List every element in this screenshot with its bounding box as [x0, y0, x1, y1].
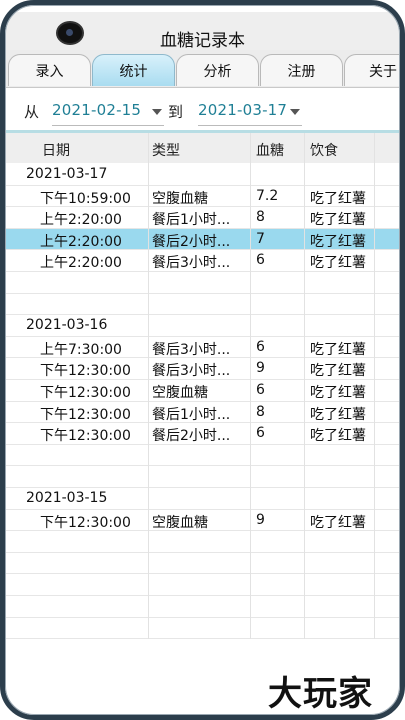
table-row[interactable]: 下午12:30:00 餐后2小时... 6 吃了红薯 — [6, 423, 399, 445]
entry-type: 餐后3小时... — [152, 341, 231, 358]
chevron-down-icon — [290, 109, 300, 115]
entry-glucose: 6 — [256, 338, 265, 355]
column-divider — [148, 133, 149, 640]
entry-glucose: 8 — [256, 403, 265, 420]
entry-type: 空腹血糖 — [152, 190, 208, 207]
column-header-diet[interactable]: 饮食 — [310, 140, 338, 160]
watermark-text: 大玩家 — [268, 674, 373, 714]
entry-time: 下午12:30:00 — [40, 428, 131, 445]
entry-type: 餐后3小时... — [152, 363, 231, 380]
column-divider — [250, 133, 251, 640]
to-date-value: 2021-03-17 — [198, 101, 288, 119]
tab-about[interactable]: 关于 — [344, 54, 399, 86]
empty-row — [6, 294, 399, 316]
chevron-down-icon — [152, 109, 162, 115]
empty-row — [6, 574, 399, 596]
group-date: 2021-03-15 — [26, 490, 108, 506]
entry-diet: 吃了红薯 — [310, 385, 366, 401]
date-group-row[interactable]: 2021-03-16 — [6, 315, 399, 337]
date-range-bar: 从 2021-02-15 到 2021-03-17 — [6, 90, 399, 134]
tab-statistics[interactable]: 统计 — [92, 54, 175, 86]
entry-time: 下午10:59:00 — [40, 190, 131, 207]
entry-diet: 吃了红薯 — [310, 233, 366, 250]
tab-analysis[interactable]: 分析 — [176, 54, 259, 86]
entry-time: 下午12:30:00 — [40, 406, 131, 423]
from-date-value: 2021-02-15 — [52, 101, 142, 119]
entry-glucose: 9 — [256, 360, 265, 377]
entry-diet: 吃了红薯 — [310, 428, 366, 445]
empty-row — [6, 272, 399, 294]
entry-type: 空腹血糖 — [152, 385, 208, 401]
column-header-date[interactable]: 日期 — [42, 140, 70, 160]
entry-glucose: 8 — [256, 209, 265, 226]
app-screen: 血糖记录本 录入 统计 分析 注册 关于 从 2021-02-15 到 2021… — [6, 6, 399, 714]
entry-glucose: 7.2 — [256, 187, 279, 204]
entry-time: 上午2:20:00 — [40, 255, 122, 272]
entry-type: 餐后3小时... — [152, 255, 231, 272]
empty-row — [6, 531, 399, 553]
from-date-select[interactable]: 2021-02-15 — [52, 98, 164, 126]
empty-row — [6, 445, 399, 467]
to-date-select[interactable]: 2021-03-17 — [198, 98, 302, 126]
date-group-row[interactable]: 2021-03-17 — [6, 164, 399, 186]
entry-glucose: 6 — [256, 252, 265, 269]
tab-bar: 录入 统计 分析 注册 关于 — [6, 50, 399, 88]
entry-diet: 吃了红薯 — [310, 341, 366, 358]
column-header-glucose[interactable]: 血糖 — [256, 140, 284, 160]
table-row[interactable]: 上午7:30:00 餐后3小时... 6 吃了红薯 — [6, 337, 399, 359]
entry-type: 空腹血糖 — [152, 514, 208, 531]
table-row[interactable]: 下午12:30:00 餐后3小时... 9 吃了红薯 — [6, 358, 399, 380]
entry-diet: 吃了红薯 — [310, 212, 366, 229]
table-row[interactable]: 上午2:20:00 餐后2小时... 7 吃了红薯 — [6, 228, 399, 251]
column-divider — [304, 133, 305, 640]
entry-time: 下午12:30:00 — [40, 385, 131, 401]
entry-time: 上午2:20:00 — [40, 233, 122, 250]
entry-type: 餐后1小时... — [152, 212, 231, 229]
table-row[interactable]: 上午2:20:00 餐后1小时... 8 吃了红薯 — [6, 207, 399, 229]
entry-glucose: 7 — [256, 230, 265, 247]
entry-time: 下午12:30:00 — [40, 363, 131, 380]
entry-diet: 吃了红薯 — [310, 514, 366, 531]
entry-diet: 吃了红薯 — [310, 255, 366, 272]
front-camera — [58, 23, 82, 43]
entry-type: 餐后1小时... — [152, 406, 231, 423]
table-row[interactable]: 下午12:30:00 空腹血糖 6 吃了红薯 — [6, 380, 399, 402]
empty-row — [6, 553, 399, 575]
empty-row — [6, 618, 399, 640]
table-row[interactable]: 下午12:30:00 餐后1小时... 8 吃了红薯 — [6, 402, 399, 424]
to-label: 到 — [168, 103, 184, 121]
entry-type: 餐后2小时... — [152, 233, 231, 250]
entry-type: 餐后2小时... — [152, 428, 231, 445]
empty-row — [6, 596, 399, 618]
entry-glucose: 9 — [256, 511, 265, 528]
table-row[interactable]: 下午10:59:00 空腹血糖 7.2 吃了红薯 — [6, 186, 399, 208]
entry-diet: 吃了红薯 — [310, 190, 366, 207]
entry-glucose: 6 — [256, 382, 265, 398]
table-row[interactable]: 下午12:30:00 空腹血糖 9 吃了红薯 — [6, 510, 399, 532]
entry-glucose: 6 — [256, 425, 265, 442]
group-date: 2021-03-16 — [26, 317, 108, 334]
entry-diet: 吃了红薯 — [310, 363, 366, 380]
empty-row — [6, 466, 399, 488]
table-row[interactable]: 上午2:20:00 餐后3小时... 6 吃了红薯 — [6, 250, 399, 272]
date-group-row[interactable]: 2021-03-15 — [6, 488, 399, 510]
entry-time: 上午2:20:00 — [40, 212, 122, 229]
entry-time: 下午12:30:00 — [40, 514, 131, 531]
entry-diet: 吃了红薯 — [310, 406, 366, 423]
entry-time: 上午7:30:00 — [40, 341, 122, 358]
tab-register[interactable]: 注册 — [260, 54, 343, 86]
column-divider — [374, 133, 375, 640]
from-label: 从 — [24, 103, 40, 121]
group-date: 2021-03-17 — [26, 166, 108, 182]
table-header: 日期 类型 血糖 饮食 — [6, 133, 399, 163]
tab-input[interactable]: 录入 — [8, 54, 91, 86]
column-header-type[interactable]: 类型 — [152, 140, 180, 160]
